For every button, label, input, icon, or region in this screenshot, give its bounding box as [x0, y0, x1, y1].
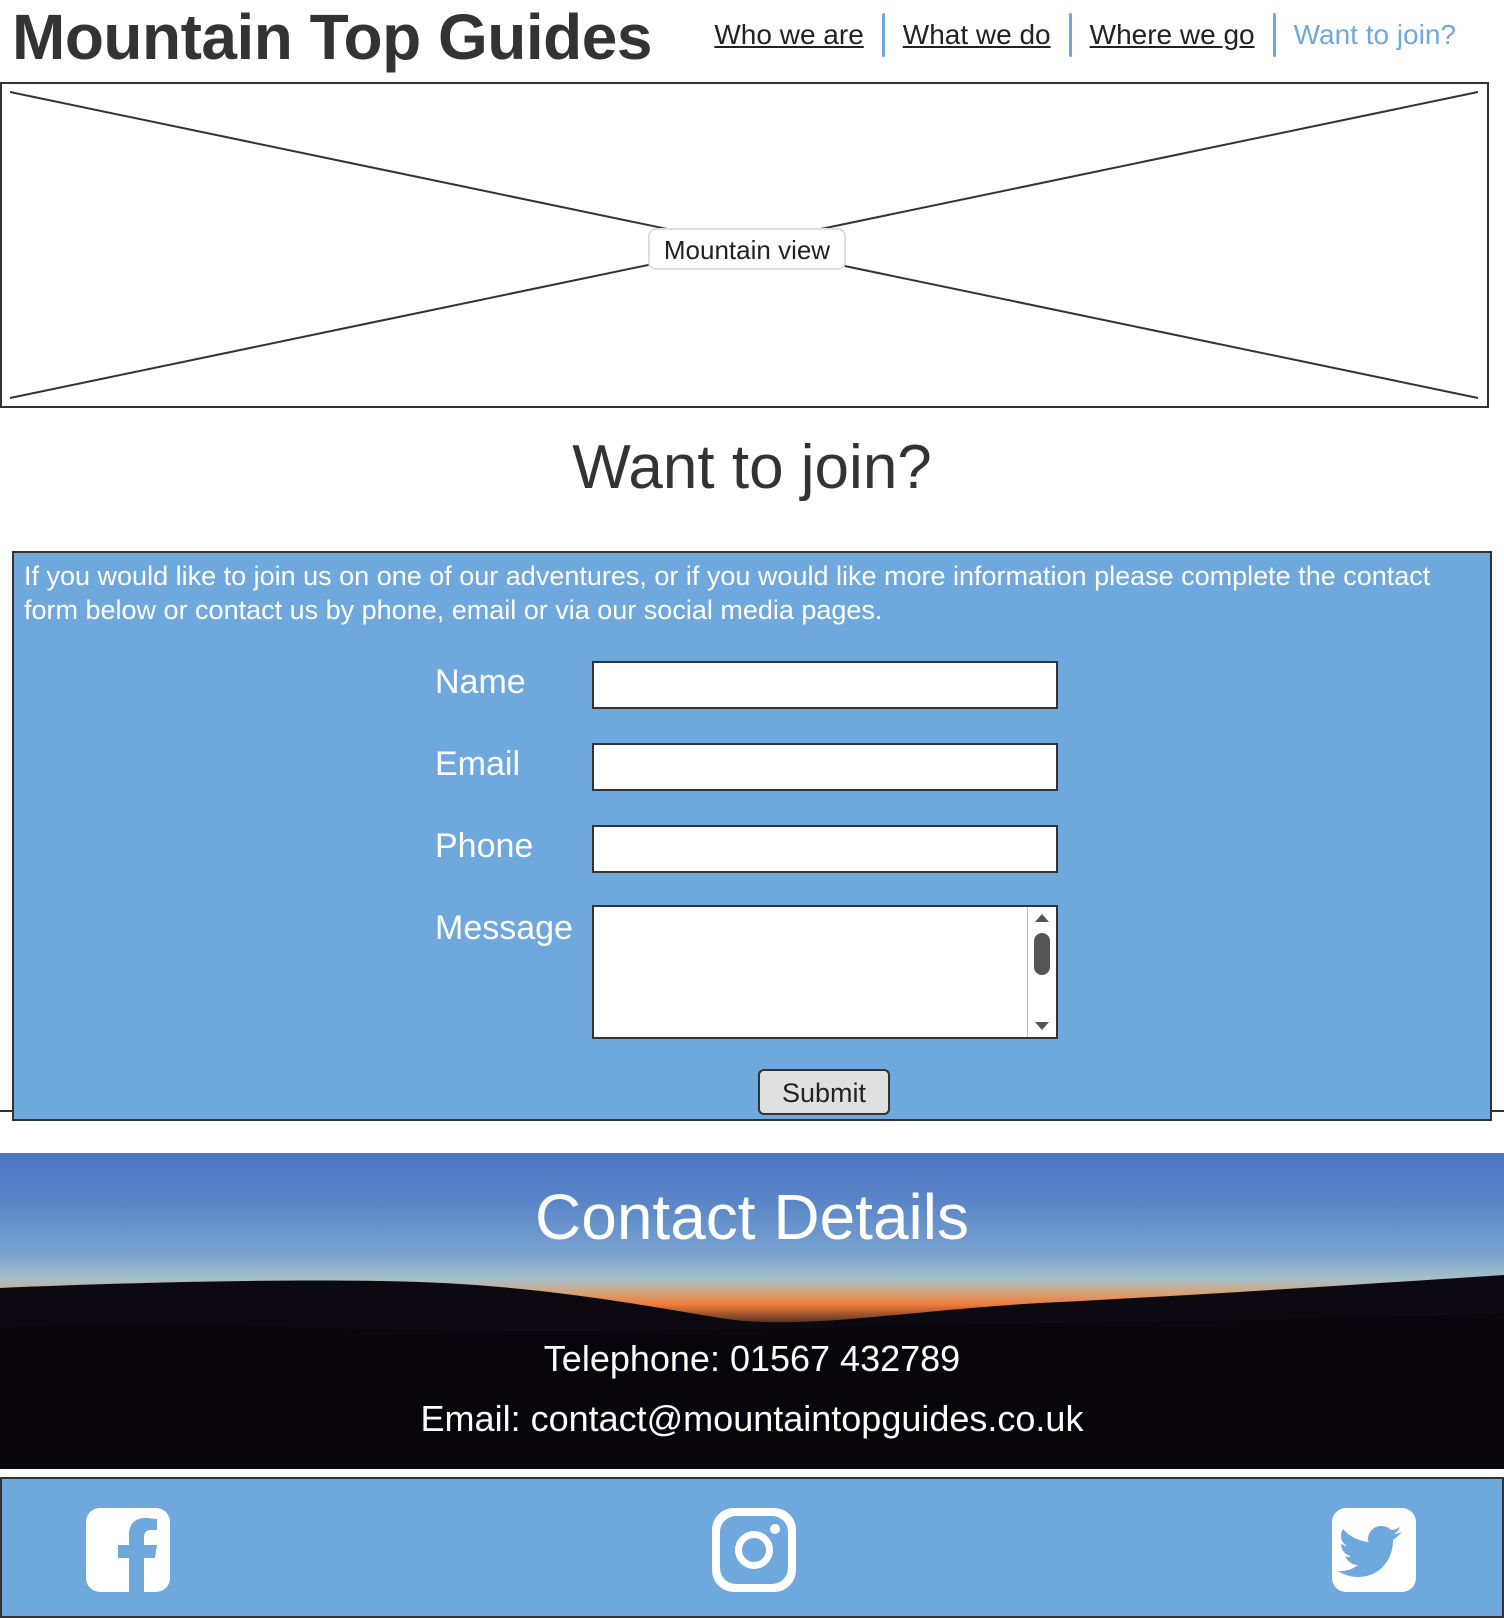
instagram-icon	[712, 1508, 796, 1592]
page-heading: Want to join?	[572, 433, 932, 502]
nav-link-want-to-join[interactable]: Want to join?	[1276, 12, 1474, 58]
facebook-link[interactable]	[86, 1508, 170, 1592]
social-footer	[0, 1477, 1504, 1618]
hero-image-alt-text: Mountain view	[648, 228, 846, 270]
facebook-icon	[86, 1508, 170, 1592]
message-textarea[interactable]	[592, 905, 1058, 1039]
contact-details-section: Contact Details Telephone: 01567 432789 …	[0, 1153, 1504, 1469]
contact-email: Email: contact@mountaintopguides.co.uk	[420, 1398, 1084, 1439]
submit-button[interactable]: Submit	[758, 1069, 890, 1115]
scroll-up-arrow-icon[interactable]	[1035, 914, 1049, 922]
name-input[interactable]	[592, 661, 1058, 709]
main-nav: Who we are What we do Where we go Want t…	[696, 12, 1474, 58]
scroll-down-arrow-icon[interactable]	[1035, 1022, 1049, 1030]
contact-heading: Contact Details	[535, 1181, 969, 1253]
twitter-icon	[1332, 1508, 1416, 1592]
twitter-link[interactable]	[1332, 1508, 1416, 1592]
email-input[interactable]	[592, 743, 1058, 791]
nav-link-what-we-do[interactable]: What we do	[885, 12, 1069, 58]
message-scrollbar[interactable]	[1027, 907, 1056, 1037]
message-label: Message	[435, 909, 573, 947]
site-title: Mountain Top Guides	[12, 1, 652, 73]
scroll-thumb[interactable]	[1034, 933, 1050, 975]
nav-link-where-we-go[interactable]: Where we go	[1072, 12, 1273, 58]
site-header: Mountain Top Guides Who we are What we d…	[0, 0, 1504, 80]
nav-link-who-we-are[interactable]: Who we are	[696, 12, 881, 58]
email-label: Email	[435, 745, 521, 783]
phone-input[interactable]	[592, 825, 1058, 873]
instagram-link[interactable]	[712, 1508, 796, 1592]
intro-text: If you would like to join us on one of o…	[24, 561, 1431, 625]
join-form-section: If you would like to join us on one of o…	[12, 551, 1492, 1121]
contact-phone: Telephone: 01567 432789	[543, 1338, 961, 1379]
name-label: Name	[435, 663, 526, 701]
phone-label: Phone	[435, 827, 534, 865]
hero-image-placeholder: Mountain view	[0, 82, 1489, 408]
